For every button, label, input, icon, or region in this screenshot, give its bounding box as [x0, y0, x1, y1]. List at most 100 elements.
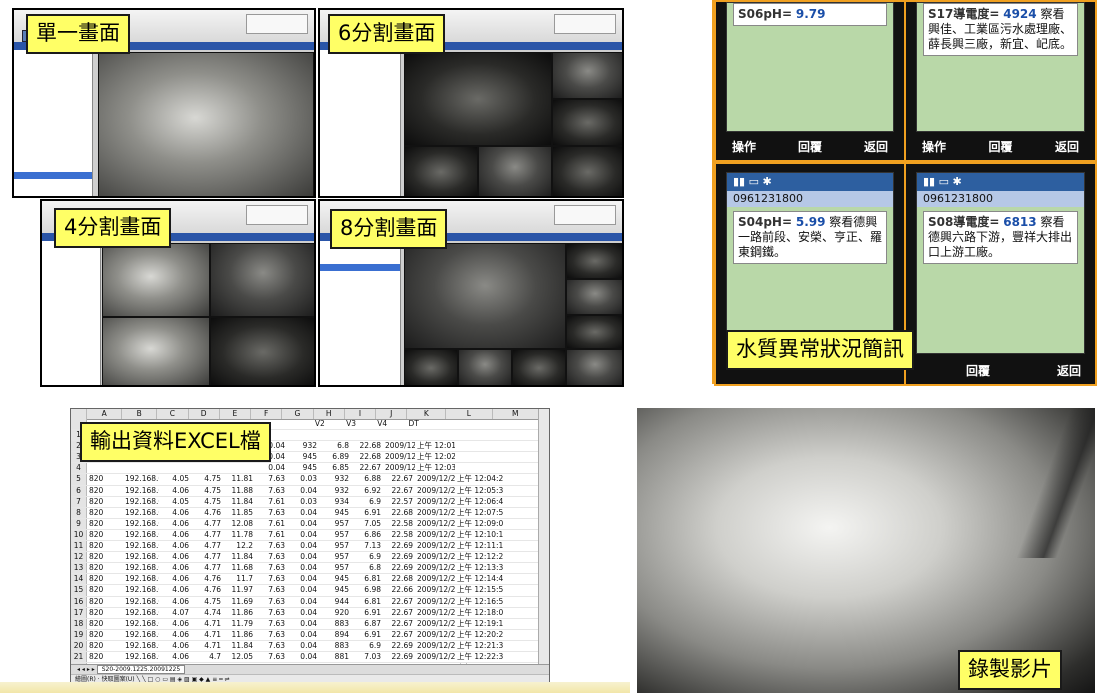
column-header[interactable]: M [493, 409, 539, 419]
cell[interactable]: 192.168.0. [123, 630, 159, 640]
cell[interactable]: 820 [87, 497, 123, 507]
cell[interactable]: 2009/12/25 [415, 630, 455, 640]
cell[interactable]: 上午 12:12:26 [455, 552, 503, 562]
cell[interactable]: 0.04 [287, 597, 319, 607]
cell[interactable]: 2009/12/25 [415, 597, 455, 607]
cell[interactable]: 22.67 [351, 463, 383, 473]
cell[interactable]: 0.04 [287, 552, 319, 562]
cell[interactable]: 2009/12/25 [383, 463, 415, 473]
cell[interactable]: 4.06 [159, 563, 191, 573]
cell[interactable]: 192.168.0. [123, 497, 159, 507]
cell[interactable]: 0.04 [287, 530, 319, 540]
cell[interactable] [455, 430, 503, 440]
cell[interactable]: 0.03 [287, 474, 319, 484]
row-header[interactable]: 20 [71, 640, 87, 651]
cell[interactable]: 上午 12:07:53 [455, 508, 503, 518]
cell[interactable]: 883 [319, 619, 351, 629]
cell[interactable]: 22.69 [383, 541, 415, 551]
column-header[interactable]: D [189, 409, 220, 419]
cell[interactable]: 上午 12:14:42 [455, 574, 503, 584]
cell[interactable]: 192.168.0. [123, 486, 159, 496]
cell[interactable]: 12.2 [223, 541, 255, 551]
cell[interactable]: 上午 12:09:01 [455, 519, 503, 529]
cell[interactable]: 192.168.0. [123, 563, 159, 573]
cell[interactable]: 820 [87, 597, 123, 607]
cell[interactable]: 4.06 [159, 508, 191, 518]
softkey-right[interactable]: 返回 [1057, 362, 1081, 379]
cell[interactable]: 上午 12:04:29 [455, 474, 503, 484]
cell[interactable]: 4.06 [159, 519, 191, 529]
cell[interactable]: 945 [287, 463, 319, 473]
cell[interactable]: 881 [319, 652, 351, 662]
cell[interactable]: 11.68 [223, 563, 255, 573]
cell[interactable]: 932 [287, 441, 319, 451]
cell[interactable]: 4.06 [159, 530, 191, 540]
column-header[interactable]: G [282, 409, 314, 419]
column-header[interactable]: H [314, 409, 345, 419]
cell[interactable]: 2009/12/25 [415, 563, 455, 573]
cell[interactable]: 11.84 [223, 552, 255, 562]
cell[interactable]: 192.168.0. [123, 585, 159, 595]
cell[interactable]: 7.13 [351, 541, 383, 551]
corner-cell[interactable] [71, 409, 88, 419]
cell[interactable]: 6.9 [351, 641, 383, 651]
cell[interactable]: 820 [87, 652, 123, 662]
cell[interactable]: 944 [319, 597, 351, 607]
cell[interactable]: 4.77 [191, 563, 223, 573]
cell[interactable]: 4.06 [159, 652, 191, 662]
cell[interactable] [223, 463, 255, 473]
row-header[interactable]: 7 [71, 496, 87, 507]
cell[interactable]: 945 [319, 574, 351, 584]
row-header[interactable]: 17 [71, 607, 87, 618]
vertical-scrollbar[interactable] [538, 409, 549, 665]
cell[interactable]: 上午 12:06:44 [455, 497, 503, 507]
cell[interactable]: 0.04 [287, 630, 319, 640]
cell[interactable]: 上午 12:05:37 [455, 486, 503, 496]
cell[interactable]: 0.04 [255, 463, 287, 473]
cell[interactable]: 2009/12/25 [383, 452, 415, 462]
cell[interactable]: 820 [87, 641, 123, 651]
cell[interactable]: 820 [87, 508, 123, 518]
header-cell[interactable]: DT [407, 419, 446, 429]
cell[interactable]: 22.69 [383, 563, 415, 573]
cell[interactable]: 0.04 [287, 652, 319, 662]
cell[interactable]: 0.04 [287, 519, 319, 529]
cell[interactable]: 2009/12/25 [415, 486, 455, 496]
cell[interactable] [191, 463, 223, 473]
cell[interactable]: 11.7 [223, 574, 255, 584]
cell[interactable]: 0.04 [287, 585, 319, 595]
cell[interactable]: 2009/12/25 [415, 552, 455, 562]
cell[interactable]: 0.04 [287, 486, 319, 496]
cell[interactable]: 6.88 [351, 474, 383, 484]
cell[interactable]: 11.79 [223, 619, 255, 629]
cell[interactable]: 2009/12/25 [415, 497, 455, 507]
softkey-left[interactable]: 操作 [732, 138, 756, 155]
cell[interactable]: 820 [87, 541, 123, 551]
column-header[interactable]: B [122, 409, 158, 419]
cell[interactable]: 957 [319, 552, 351, 562]
cell[interactable]: 820 [87, 608, 123, 618]
cell[interactable] [455, 452, 503, 462]
cell[interactable]: 6.8 [319, 441, 351, 451]
row-header[interactable]: 13 [71, 563, 87, 574]
cell[interactable]: 957 [319, 519, 351, 529]
cell[interactable]: 11.78 [223, 530, 255, 540]
cell[interactable]: 7.63 [255, 652, 287, 662]
row-header[interactable]: 15 [71, 585, 87, 596]
cell[interactable]: 11.84 [223, 497, 255, 507]
cell[interactable]: 12.05 [223, 652, 255, 662]
cell[interactable]: 192.168.0. [123, 508, 159, 518]
softkey-right[interactable]: 返回 [1055, 138, 1079, 155]
sheet-tab[interactable]: S20-2009.1225.20091225 [96, 665, 186, 674]
softkey-center[interactable]: 回覆 [988, 138, 1012, 155]
cell[interactable]: 11.86 [223, 630, 255, 640]
cell[interactable]: 4.76 [191, 585, 223, 595]
cell[interactable]: 0.04 [287, 508, 319, 518]
cell[interactable] [319, 430, 351, 440]
header-cell[interactable]: V2 [313, 419, 344, 429]
softkey-center[interactable]: 回覆 [966, 362, 990, 379]
cell[interactable]: 7.03 [351, 652, 383, 662]
cell[interactable]: 2009/12/25 [415, 641, 455, 651]
cell[interactable]: 6.89 [319, 452, 351, 462]
cell[interactable]: 4.7 [191, 652, 223, 662]
